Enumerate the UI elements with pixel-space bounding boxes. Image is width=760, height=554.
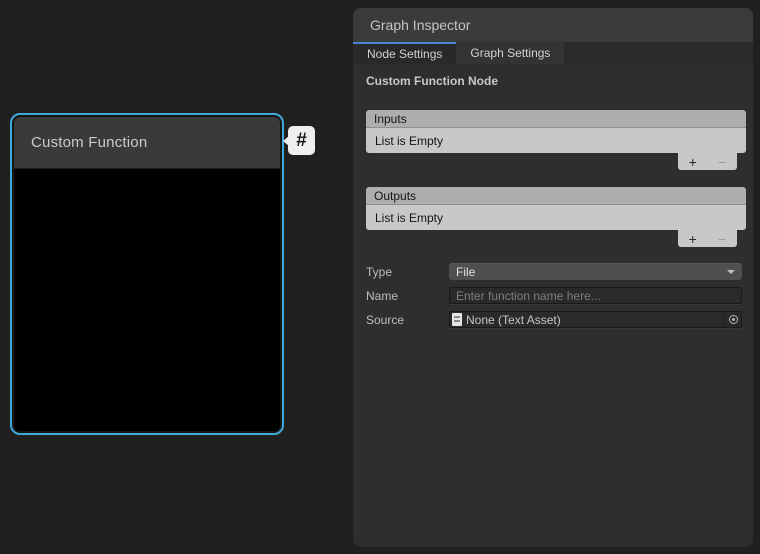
outputs-list-footer: + − [678, 230, 737, 247]
source-object-value: None (Text Asset) [466, 313, 724, 327]
chevron-down-icon [727, 270, 735, 274]
inspector-tabs: Node Settings Graph Settings [353, 42, 753, 64]
source-label: Source [366, 313, 449, 327]
custom-function-node[interactable]: Custom Function [10, 113, 284, 435]
outputs-empty-label: List is Empty [375, 211, 443, 225]
inputs-list-footer: + − [678, 153, 737, 170]
type-dropdown[interactable]: File [449, 263, 742, 280]
tab-graph-settings-label: Graph Settings [470, 46, 550, 60]
inputs-remove-button[interactable]: − [714, 155, 730, 169]
name-input[interactable] [449, 287, 742, 304]
inputs-list-title: Inputs [374, 112, 407, 126]
inputs-empty-label: List is Empty [375, 134, 443, 148]
object-picker-button[interactable] [724, 312, 741, 327]
name-row: Name [366, 287, 742, 304]
node-hash-badge-button[interactable]: # [288, 126, 315, 155]
node-title: Custom Function [31, 134, 147, 151]
node-header[interactable]: Custom Function [14, 117, 280, 169]
text-asset-icon [452, 313, 462, 326]
outputs-add-button[interactable]: + [685, 232, 701, 246]
type-row: Type File [366, 263, 742, 280]
tab-node-settings[interactable]: Node Settings [353, 42, 456, 64]
outputs-list: Outputs List is Empty + − [366, 187, 746, 247]
inputs-list: Inputs List is Empty + − [366, 110, 746, 170]
panel-title: Graph Inspector [370, 17, 470, 33]
name-label: Name [366, 289, 449, 303]
type-dropdown-value: File [456, 265, 727, 279]
inputs-empty-row: List is Empty [366, 128, 746, 153]
hash-icon: # [296, 131, 307, 150]
outputs-list-header: Outputs [366, 187, 746, 205]
panel-titlebar[interactable]: Graph Inspector [353, 8, 753, 42]
node-fields: Type File Name Source None (Text Asset) [353, 263, 753, 328]
graph-inspector-panel: Graph Inspector Node Settings Graph Sett… [353, 8, 753, 547]
object-picker-icon [729, 315, 738, 324]
source-row: Source None (Text Asset) [366, 311, 742, 328]
tab-node-settings-label: Node Settings [367, 47, 442, 61]
inputs-list-footerbar: + − [366, 153, 746, 170]
inputs-list-header: Inputs [366, 110, 746, 128]
outputs-empty-row: List is Empty [366, 205, 746, 230]
node-preview-body [14, 169, 280, 431]
tab-strip-filler [564, 42, 753, 64]
outputs-list-title: Outputs [374, 189, 416, 203]
panel-body: Custom Function Node Inputs List is Empt… [353, 74, 753, 328]
node-inner: Custom Function [14, 117, 280, 431]
node-settings-heading: Custom Function Node [366, 74, 753, 88]
outputs-remove-button[interactable]: − [714, 232, 730, 246]
source-object-field[interactable]: None (Text Asset) [449, 311, 742, 328]
badge-tail [283, 136, 289, 146]
type-label: Type [366, 265, 449, 279]
tab-graph-settings[interactable]: Graph Settings [456, 42, 564, 64]
outputs-list-footerbar: + − [366, 230, 746, 247]
inputs-add-button[interactable]: + [685, 155, 701, 169]
